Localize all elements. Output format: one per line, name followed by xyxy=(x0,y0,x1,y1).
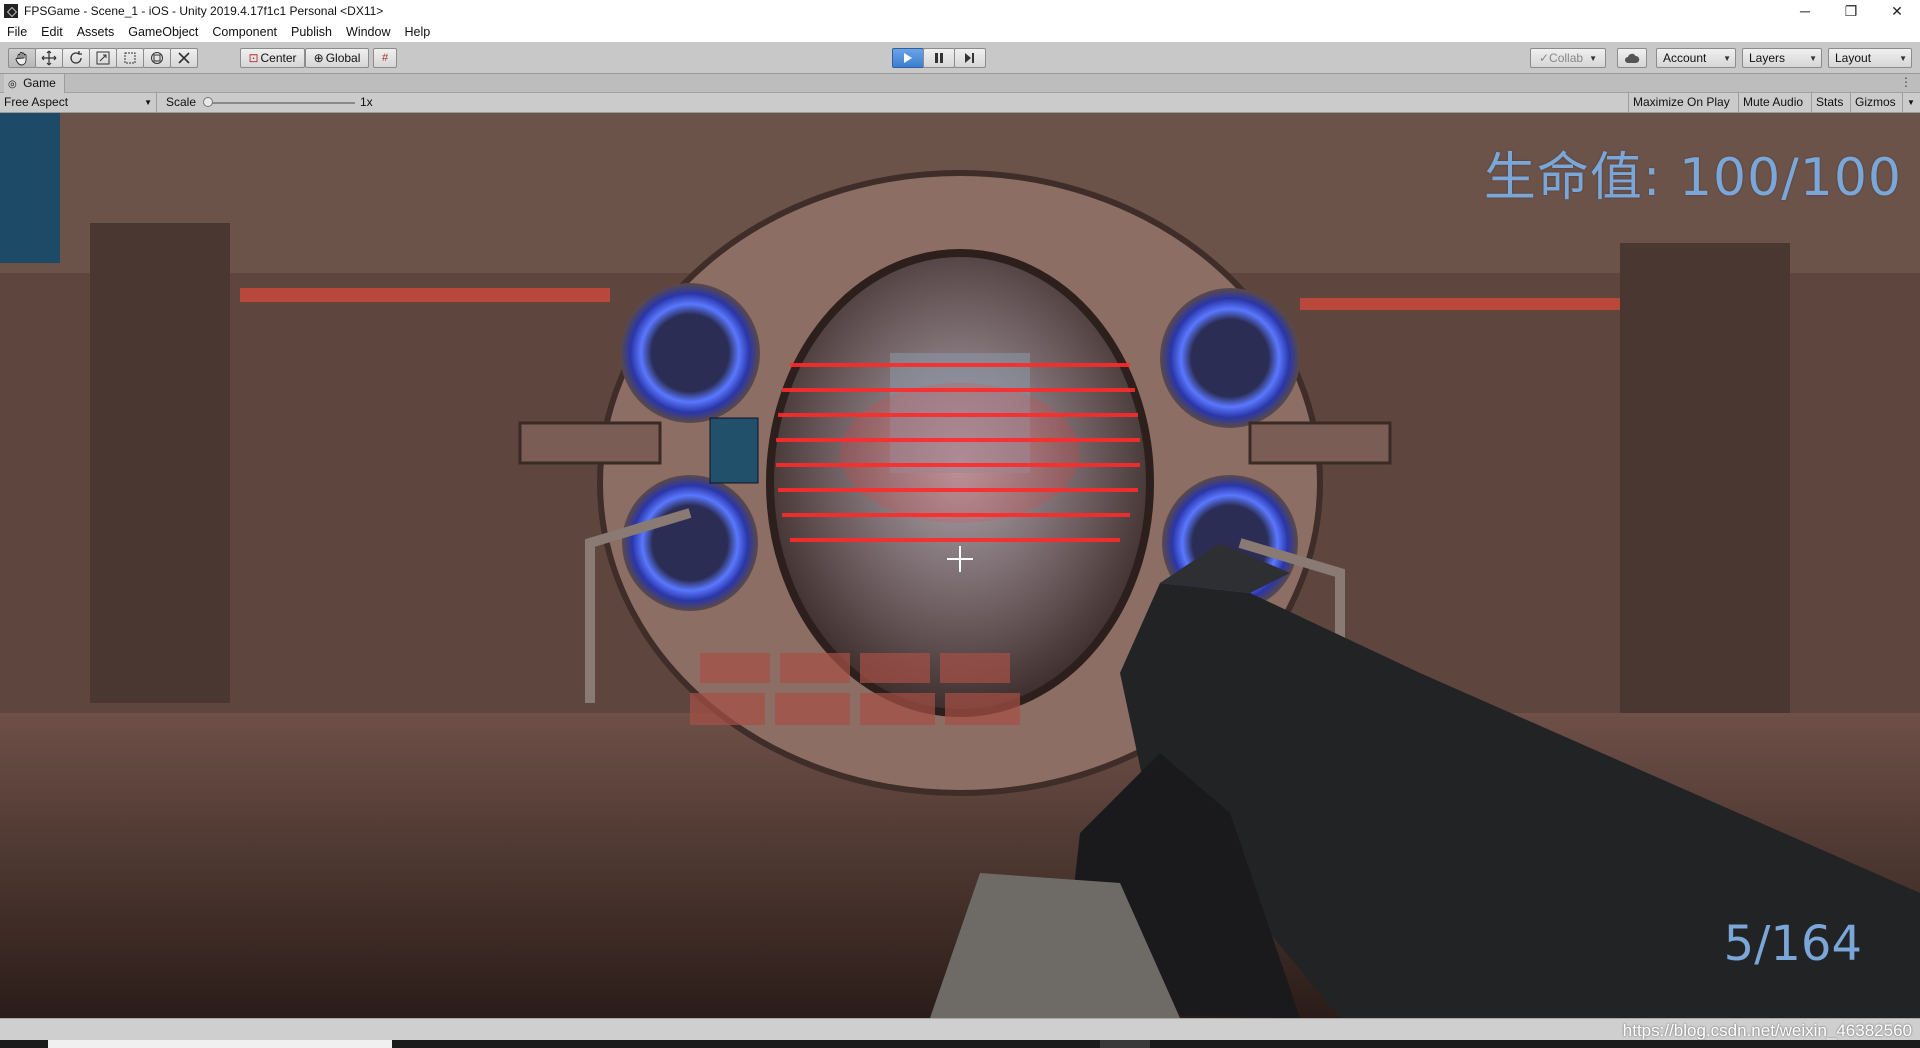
space-label: Global xyxy=(325,51,361,65)
cloud-icon xyxy=(1625,53,1640,63)
chevron-down-icon: ▼ xyxy=(1589,53,1597,63)
menu-bar: File Edit Assets GameObject Component Pu… xyxy=(0,22,1920,42)
collab-check-icon: ✓ xyxy=(1538,51,1550,65)
hud-health-display: 生命值: 100/100 xyxy=(1483,148,1902,208)
left-pillar xyxy=(90,223,230,703)
taskbar xyxy=(0,1040,1920,1048)
globe-icon: ⊕ xyxy=(313,51,324,65)
game-view-toolbar: Free Aspect ▼ Scale 1x Maximize On Play … xyxy=(0,93,1920,113)
pivot-label: Center xyxy=(260,51,297,65)
taskbar-item[interactable] xyxy=(1100,1040,1150,1048)
window-controls: ─ ❐ ✕ xyxy=(1782,0,1920,22)
blue-ring-bottom-left xyxy=(622,475,758,611)
gamepad-icon: ◎ xyxy=(8,79,17,90)
grid-snap-button[interactable]: # xyxy=(373,48,397,68)
panel-tab-strip: ◎ Game ⋮ xyxy=(0,74,1920,93)
chevron-down-icon: ▼ xyxy=(1899,53,1907,63)
aspect-label: Free Aspect xyxy=(4,95,69,109)
pause-icon xyxy=(935,53,943,63)
chevron-down-icon: ▼ xyxy=(1809,53,1817,63)
pivot-icon: ⊡ xyxy=(248,51,259,65)
layout-label: Layout xyxy=(1835,51,1872,65)
menu-window[interactable]: Window xyxy=(339,22,397,42)
minimize-button[interactable]: ─ xyxy=(1782,0,1828,22)
layers-dropdown[interactable]: Layers ▼ xyxy=(1742,48,1822,68)
step-button[interactable] xyxy=(954,48,986,68)
right-pillar xyxy=(1620,243,1790,713)
chevron-down-icon[interactable]: ▼ xyxy=(1902,93,1919,112)
pause-button[interactable] xyxy=(923,48,955,68)
mute-audio-toggle[interactable]: Mute Audio xyxy=(1738,93,1807,112)
scale-value: 1x xyxy=(360,95,373,109)
account-label: Account xyxy=(1663,51,1707,65)
step-icon xyxy=(965,53,974,63)
menu-help[interactable]: Help xyxy=(397,22,437,42)
menu-edit[interactable]: Edit xyxy=(34,22,70,42)
scale-tool-icon xyxy=(96,51,110,65)
status-bar: https://blog.csdn.net/weixin_46382560 xyxy=(0,1018,1920,1040)
menu-publish[interactable]: Publish xyxy=(284,22,339,42)
pivot-space-button[interactable]: ⊕ Global xyxy=(305,48,369,68)
crosshair-icon xyxy=(947,546,973,572)
chevron-down-icon: ▼ xyxy=(1723,53,1731,63)
restore-button[interactable]: ❐ xyxy=(1828,0,1874,22)
window-title: FPSGame - Scene_1 - iOS - Unity 2019.4.1… xyxy=(24,4,384,18)
chevron-down-icon: ▼ xyxy=(144,98,152,107)
play-button[interactable] xyxy=(892,48,924,68)
grid-snap-icon: # xyxy=(381,52,389,64)
layers-label: Layers xyxy=(1749,51,1786,65)
custom-tool-button[interactable] xyxy=(170,48,198,68)
door-control-panel xyxy=(709,417,759,484)
tab-game[interactable]: ◎ Game xyxy=(4,74,65,93)
account-dropdown[interactable]: Account ▼ xyxy=(1656,48,1736,68)
move-tool-icon xyxy=(41,50,57,66)
hand-tool-button[interactable] xyxy=(8,48,36,68)
transform-tool-button[interactable] xyxy=(143,48,171,68)
menu-gameobject[interactable]: GameObject xyxy=(121,22,205,42)
watermark-text: https://blog.csdn.net/weixin_46382560 xyxy=(1622,1021,1912,1040)
play-icon xyxy=(904,53,912,63)
unity-logo-icon xyxy=(4,4,18,18)
pivot-mode-button[interactable]: ⊡ Center xyxy=(240,48,305,68)
game-viewport[interactable]: 生命值: 100/100 5/164 xyxy=(0,113,1920,1018)
move-tool-button[interactable] xyxy=(35,48,63,68)
menu-assets[interactable]: Assets xyxy=(70,22,122,42)
panel-menu-icon[interactable]: ⋮ xyxy=(1900,75,1912,89)
left-clamp xyxy=(518,421,662,465)
layout-dropdown[interactable]: Layout ▼ xyxy=(1828,48,1912,68)
hand-tool-icon xyxy=(15,52,27,66)
tab-game-label: Game xyxy=(23,76,56,90)
collab-dropdown[interactable]: ✓ Collab ▼ xyxy=(1530,48,1606,68)
right-clamp xyxy=(1248,421,1392,465)
rect-tool-icon xyxy=(124,52,136,64)
stats-toggle[interactable]: Stats xyxy=(1811,93,1847,112)
close-button[interactable]: ✕ xyxy=(1874,0,1920,22)
collab-label: Collab xyxy=(1549,51,1584,65)
transform-tool-icon xyxy=(151,52,163,64)
scale-label: Scale xyxy=(166,95,197,109)
rect-tool-button[interactable] xyxy=(116,48,144,68)
blue-ring-top-left xyxy=(620,283,760,423)
main-toolbar: ⊡ Center ⊕ Global # ✓ Collab ▼ Account ▼… xyxy=(0,42,1920,74)
menu-component[interactable]: Component xyxy=(205,22,284,42)
rotate-tool-icon xyxy=(70,51,82,64)
scale-slider-track[interactable] xyxy=(207,102,355,104)
left-screen-panel xyxy=(0,113,60,263)
scale-slider-handle[interactable] xyxy=(203,97,213,107)
blue-ring-top-right xyxy=(1160,288,1300,428)
hud-ammo-counter: 5/164 xyxy=(1723,916,1862,972)
menu-file[interactable]: File xyxy=(0,22,34,42)
maximize-on-play-toggle[interactable]: Maximize On Play xyxy=(1628,93,1734,112)
window-title-bar: FPSGame - Scene_1 - iOS - Unity 2019.4.1… xyxy=(0,0,1920,22)
taskbar-active-item[interactable] xyxy=(48,1040,392,1048)
custom-tool-icon xyxy=(178,52,190,64)
cloud-button[interactable] xyxy=(1617,48,1647,68)
left-red-stripe xyxy=(240,288,610,302)
rotate-tool-button[interactable] xyxy=(62,48,90,68)
scale-tool-button[interactable] xyxy=(89,48,117,68)
aspect-dropdown[interactable]: Free Aspect ▼ xyxy=(4,93,157,112)
